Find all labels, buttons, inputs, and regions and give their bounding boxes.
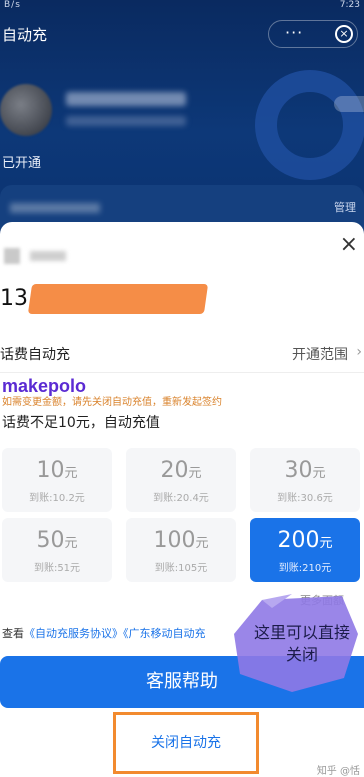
amount-tile-selected[interactable]: 200元 到账:210元 bbox=[250, 518, 360, 582]
tile-unit: 元 bbox=[319, 536, 333, 551]
status-time: 7:23 bbox=[339, 0, 360, 10]
more-icon[interactable]: ··· bbox=[285, 23, 303, 42]
tile-unit: 元 bbox=[64, 536, 78, 551]
chevron-right-icon: › bbox=[356, 344, 362, 360]
tile-unit: 元 bbox=[64, 466, 78, 481]
phone-number: 13 bbox=[0, 286, 28, 311]
badge-pill bbox=[334, 96, 364, 112]
manage-link[interactable]: 管理 bbox=[334, 199, 356, 215]
page-title: 自动充 bbox=[2, 26, 48, 44]
recharge-rule: 话费不足10元，自动充值 bbox=[2, 415, 160, 431]
top-bar: 自动充 ··· × bbox=[0, 14, 364, 54]
blurred-avatar bbox=[4, 248, 20, 264]
network-speed: B/s bbox=[4, 0, 21, 10]
blurred-card-text bbox=[10, 203, 100, 213]
tile-amount: 200 bbox=[277, 528, 320, 553]
tile-credit: 到账:210元 bbox=[278, 563, 332, 574]
tile-credit: 到账:105元 bbox=[154, 563, 208, 574]
amount-tile[interactable]: 20元 到账:20.4元 bbox=[126, 448, 236, 512]
carrier-agreement-link[interactable]: 《广东移动自动充 bbox=[123, 627, 206, 640]
service-agreement-link[interactable]: 《自动充服务协议》 bbox=[24, 627, 123, 640]
tile-amount: 10 bbox=[36, 458, 65, 483]
tile-credit: 到账:20.4元 bbox=[153, 493, 209, 504]
blurred-name bbox=[30, 251, 66, 261]
service-label: 话费自动充 bbox=[0, 347, 70, 363]
close-icon[interactable]: × bbox=[335, 25, 353, 43]
tile-unit: 元 bbox=[188, 466, 202, 481]
source-watermark: 知乎 @恬 bbox=[316, 766, 360, 777]
tile-credit: 到账:30.6元 bbox=[277, 493, 333, 504]
amount-tile[interactable]: 100元 到账:105元 bbox=[126, 518, 236, 582]
change-notice: 如需变更金额，请先关闭自动充值，重新发起签约 bbox=[2, 397, 222, 408]
tile-credit: 到账:51元 bbox=[33, 563, 81, 574]
divider bbox=[0, 372, 364, 373]
redaction-mark bbox=[27, 284, 209, 314]
mini-program-capsule: ··· × bbox=[268, 20, 358, 48]
tile-amount: 20 bbox=[160, 458, 189, 483]
tile-amount: 100 bbox=[153, 528, 196, 553]
avatar bbox=[0, 84, 52, 136]
decorative-ring bbox=[255, 70, 364, 180]
status-opened: 已开通 bbox=[2, 156, 42, 171]
tile-unit: 元 bbox=[195, 536, 209, 551]
agreement-text: 查看《自动充服务协议》《广东移动自动充 bbox=[2, 625, 206, 641]
service-scope-link[interactable]: 开通范围 bbox=[292, 344, 348, 364]
amount-tile[interactable]: 50元 到账:51元 bbox=[2, 518, 112, 582]
sheet-close-icon[interactable]: × bbox=[340, 234, 358, 256]
amount-tile[interactable]: 30元 到账:30.6元 bbox=[250, 448, 360, 512]
tile-amount: 50 bbox=[36, 528, 65, 553]
status-bar: B/s 7:23 bbox=[0, 0, 364, 12]
blurred-username bbox=[66, 92, 186, 106]
tile-credit: 到账:10.2元 bbox=[29, 493, 85, 504]
tile-amount: 30 bbox=[284, 458, 313, 483]
amount-tile[interactable]: 10元 到账:10.2元 bbox=[2, 448, 112, 512]
blurred-user-detail bbox=[66, 116, 186, 126]
close-auto-recharge-button[interactable]: 关闭自动充 bbox=[113, 712, 259, 774]
annotation-text: 这里可以直接关闭 bbox=[253, 623, 350, 664]
agreement-prefix: 查看 bbox=[2, 627, 24, 640]
tile-unit: 元 bbox=[312, 466, 326, 481]
